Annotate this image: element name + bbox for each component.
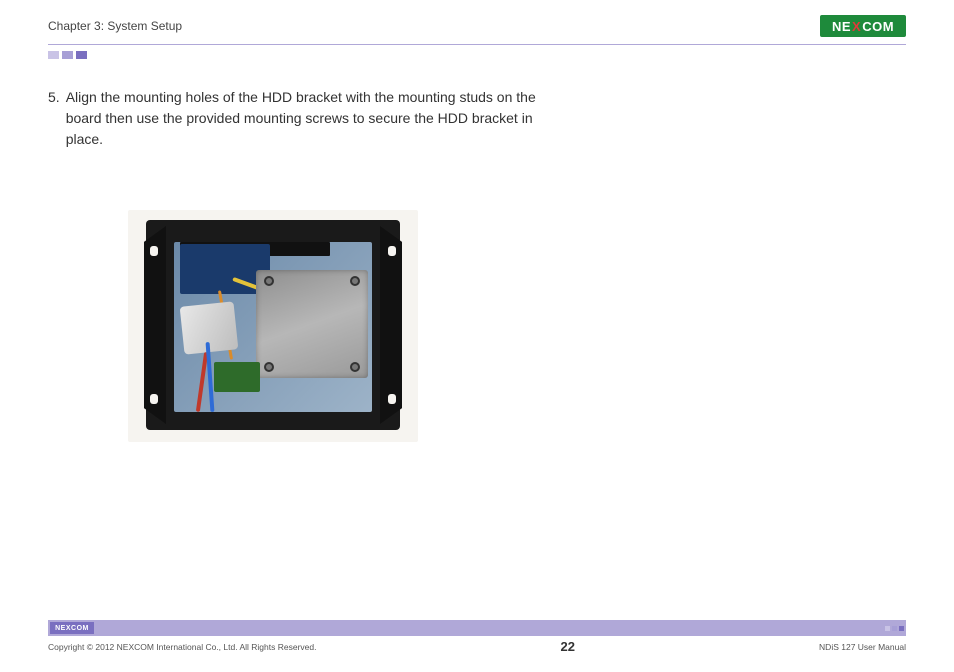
mount-ear-right (380, 226, 402, 424)
hdd-bracket (256, 270, 368, 378)
bracket-screw-hole (350, 362, 360, 372)
copyright-text: Copyright © 2012 NEXCOM International Co… (48, 642, 316, 652)
step-text: Align the mounting holes of the HDD brac… (66, 87, 568, 150)
page-header: Chapter 3: System Setup NEXCOM (48, 14, 906, 38)
chapter-title: Chapter 3: System Setup (48, 19, 182, 33)
bracket-screw-hole (350, 276, 360, 286)
page-body: 5. Align the mounting holes of the HDD b… (48, 59, 906, 442)
bracket-screw-hole (264, 276, 274, 286)
footer-logo-com: COM (71, 625, 89, 632)
decor-square (76, 51, 87, 59)
decor-square (48, 51, 59, 59)
green-module (214, 362, 260, 392)
nexcom-logo: NEXCOM (820, 15, 906, 37)
document-title: NDiS 127 User Manual (819, 642, 906, 652)
footer-bar: NEXCOM (48, 620, 906, 636)
logo-segment-x: X (851, 19, 862, 34)
footer-logo-ne: NE (55, 625, 66, 632)
logo-segment-com: COM (862, 19, 894, 34)
mount-hole (150, 246, 158, 256)
decor-square (892, 626, 897, 631)
hdd-bracket-photo (128, 210, 418, 442)
page-number: 22 (561, 639, 575, 654)
decor-square (885, 626, 890, 631)
mount-hole (150, 394, 158, 404)
bracket-screw-hole (264, 362, 274, 372)
footer-text-row: Copyright © 2012 NEXCOM International Co… (48, 639, 906, 654)
step-number: 5. (48, 87, 60, 150)
mount-ear-left (144, 226, 166, 424)
header-divider (48, 44, 906, 45)
mount-hole (388, 246, 396, 256)
decor-square (62, 51, 73, 59)
footer-decor-squares (885, 626, 904, 631)
decor-square (899, 626, 904, 631)
header-decor-squares (48, 51, 906, 59)
instruction-step-5: 5. Align the mounting holes of the HDD b… (48, 87, 568, 150)
main-board (174, 242, 372, 412)
manual-page: Chapter 3: System Setup NEXCOM 5. Align … (0, 0, 954, 672)
chassis-frame (146, 220, 400, 430)
logo-segment-ne: NE (832, 19, 851, 34)
footer-nexcom-logo: NEXCOM (50, 622, 94, 634)
mount-hole (388, 394, 396, 404)
